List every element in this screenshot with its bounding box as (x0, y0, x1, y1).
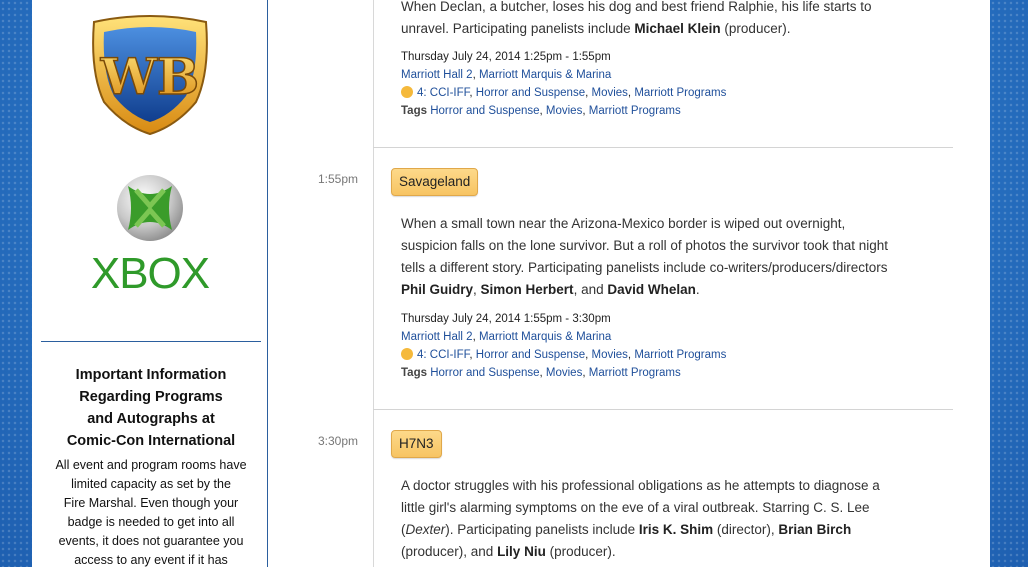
event-description: A doctor struggles with his professional… (401, 475, 931, 563)
info-body-line: badge is needed to get into all (67, 515, 235, 529)
location-link[interactable]: Marriott Marquis & Marina (479, 331, 611, 343)
event-categories: 4: CCI-IFF, Horror and Suspense, Movies,… (401, 346, 726, 364)
show-title: Dexter (405, 522, 446, 537)
event-tags: Tags Horror and Suspense, Movies, Marrio… (401, 367, 681, 379)
event-description: When a small town near the Arizona-Mexic… (401, 213, 931, 301)
event-separator (373, 147, 953, 148)
event-categories: 4: CCI-IFF, Horror and Suspense, Movies,… (401, 84, 726, 102)
description-text: (director), (713, 522, 779, 537)
info-title: Important Information Regarding Programs… (44, 364, 258, 452)
description-text: (producer). (720, 21, 791, 36)
event-description: When Declan, a butcher, loses his dog an… (401, 0, 931, 40)
tag-link[interactable]: Horror and Suspense (430, 105, 539, 117)
info-body: All event and program rooms have limited… (48, 456, 254, 567)
page-content: WB XBOX Important Information Regarding … (32, 0, 990, 567)
panelist-name: Phil Guidry (401, 282, 474, 297)
event-datetime: Thursday July 24, 2014 1:25pm - 1:55pm (401, 51, 611, 63)
location-link[interactable]: Marriott Hall 2 (401, 331, 473, 343)
track-link[interactable]: 4: CCI-IFF (417, 87, 469, 99)
info-title-line: and Autographs at (87, 411, 215, 427)
event-datetime: Thursday July 24, 2014 1:55pm - 3:30pm (401, 313, 611, 325)
tags-label: Tags (401, 105, 427, 117)
wb-logo-text: WB (100, 47, 199, 106)
category-link[interactable]: Movies (591, 87, 627, 99)
description-text: (producer). (545, 544, 616, 559)
tag-link[interactable]: Marriott Programs (589, 367, 681, 379)
panelist-name: David Whelan (607, 282, 696, 297)
info-title-line: Important Information (75, 367, 227, 383)
category-link[interactable]: Marriott Programs (634, 349, 726, 361)
sidebar: WB XBOX Important Information Regarding … (32, 0, 268, 567)
tag-link[interactable]: Horror and Suspense (430, 367, 539, 379)
tag-link[interactable]: Movies (546, 105, 582, 117)
info-title-line: Regarding Programs (79, 389, 223, 405)
event-time: 1:55pm (317, 172, 358, 186)
sidebar-divider (41, 341, 261, 342)
info-body-line: access to any event if it has (74, 553, 228, 567)
panelist-name: Lily Niu (497, 544, 546, 559)
description-text: When Declan, a butcher, loses his dog an… (401, 0, 872, 14)
panelist-name: Michael Klein (634, 21, 721, 36)
event-time: 3:30pm (317, 434, 358, 448)
event-location: Marriott Hall 2, Marriott Marquis & Mari… (401, 69, 612, 81)
description-text: unravel. Participating panelists include (401, 21, 635, 36)
info-body-line: Fire Marshal. Even though your (63, 496, 239, 510)
track-dot-icon (401, 348, 413, 360)
track-link[interactable]: 4: CCI-IFF (417, 349, 469, 361)
description-text: ). Participating panelists include (445, 522, 639, 537)
description-text: , (473, 282, 481, 297)
event-location: Marriott Hall 2, Marriott Marquis & Mari… (401, 331, 612, 343)
track-dot-icon (401, 86, 413, 98)
panelist-name: Simon Herbert (480, 282, 574, 297)
info-body-line: All event and program rooms have (55, 458, 247, 472)
category-link[interactable]: Horror and Suspense (476, 349, 585, 361)
description-text: When a small town near the Arizona-Mexic… (401, 216, 846, 231)
category-link[interactable]: Movies (591, 349, 627, 361)
event-title-button[interactable]: H7N3 (391, 430, 442, 458)
warner-bros-logo[interactable]: WB (84, 12, 216, 136)
description-text: , and (573, 282, 608, 297)
description-text: suspicion falls on the lone survivor. Bu… (401, 238, 889, 253)
tags-label: Tags (401, 367, 427, 379)
event-tags: Tags Horror and Suspense, Movies, Marrio… (401, 105, 681, 117)
category-link[interactable]: Marriott Programs (634, 87, 726, 99)
event-meta: Thursday July 24, 2014 1:25pm - 1:55pm M… (401, 48, 726, 120)
event-meta: Thursday July 24, 2014 1:55pm - 3:30pm M… (401, 310, 726, 382)
xbox-logo[interactable]: XBOX (76, 172, 224, 296)
description-text: (producer), and (401, 544, 498, 559)
description-text: A doctor struggles with his professional… (401, 478, 880, 493)
description-text: tells a different story. Participating p… (401, 260, 888, 275)
info-body-line: events, it does not guarantee you (58, 534, 244, 548)
location-link[interactable]: Marriott Hall 2 (401, 69, 473, 81)
panelist-name: Brian Birch (778, 522, 852, 537)
event-title-button[interactable]: Savageland (391, 168, 479, 196)
tag-link[interactable]: Movies (546, 367, 582, 379)
description-text: little girl's alarming symptoms on the e… (401, 500, 870, 515)
event-separator (373, 409, 953, 410)
panelist-name: Iris K. Shim (638, 522, 714, 537)
description-text: . (695, 282, 700, 297)
timeline-line (373, 0, 374, 567)
location-link[interactable]: Marriott Marquis & Marina (479, 69, 611, 81)
info-body-line: limited capacity as set by the (71, 477, 231, 491)
tag-link[interactable]: Marriott Programs (589, 105, 681, 117)
info-title-line: Comic-Con International (66, 433, 236, 449)
schedule-list: When Declan, a butcher, loses his dog an… (268, 0, 990, 567)
category-link[interactable]: Horror and Suspense (476, 87, 585, 99)
xbox-logo-text: XBOX (91, 249, 210, 296)
